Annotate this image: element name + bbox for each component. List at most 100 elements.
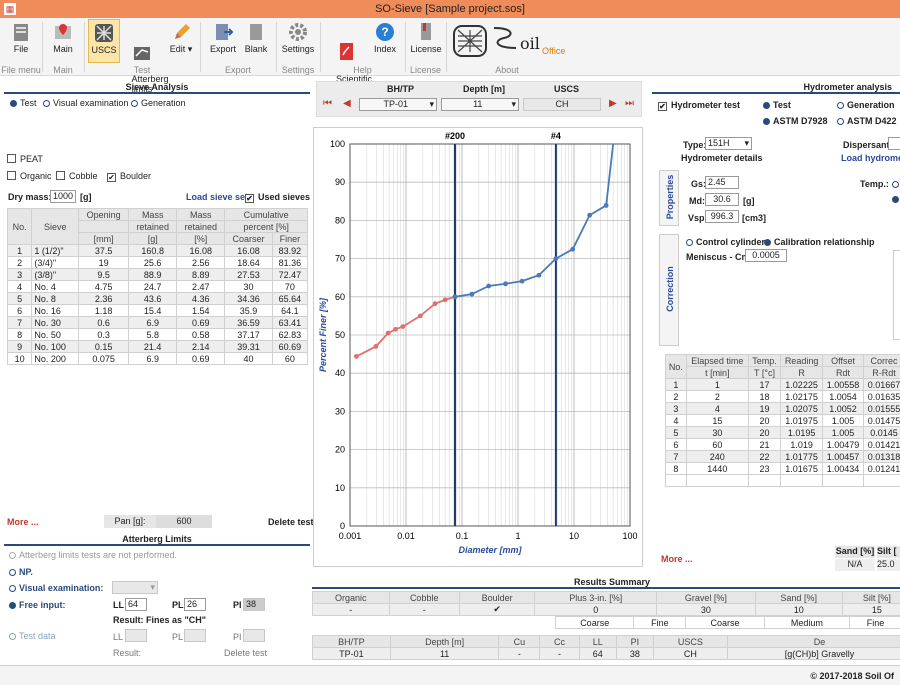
atterberg-radio-test-data[interactable]: Test data xyxy=(9,631,56,641)
res-sub-cell: Fine xyxy=(849,616,900,629)
app-icon[interactable]: ▦ xyxy=(4,3,16,15)
visual-exam-dropdown[interactable]: ▾ xyxy=(112,581,158,594)
next-record-icon[interactable]: ▶ xyxy=(609,98,617,109)
hydro-radio-generation[interactable]: Generation xyxy=(837,100,895,110)
peat-checkbox[interactable]: PEAT xyxy=(7,154,43,164)
table-cell[interactable]: 4.75 xyxy=(78,280,130,293)
temp-radio-2[interactable] xyxy=(892,194,900,204)
radio-on-icon xyxy=(9,602,16,609)
table-row[interactable]: 7 No. 30 0.6 6.9 0.69 36.59 63.41 xyxy=(6,316,309,329)
hydro-more-link[interactable]: More ... xyxy=(661,554,693,564)
table-cell[interactable]: 6.9 xyxy=(128,352,178,365)
atterberg-radio-visual[interactable]: Visual examination: xyxy=(9,583,103,593)
pl-input[interactable]: 26 xyxy=(184,598,206,611)
table-cell[interactable]: 0.6 xyxy=(78,316,130,329)
bh-select[interactable]: TP-01 ▾ xyxy=(359,98,437,111)
table-row[interactable]: 8 No. 50 0.3 5.8 0.58 37.17 62.83 xyxy=(6,328,309,341)
edit-button[interactable]: Edit ▾ xyxy=(166,19,196,63)
table-cell[interactable]: 0.3 xyxy=(78,328,130,341)
hydrometer-test-checkbox[interactable]: ✔ Hydrometer test xyxy=(658,100,740,111)
table-row[interactable]: 1 1 17 1.02225 1.00558 0.01667 xyxy=(665,378,900,391)
temp-radio-1[interactable] xyxy=(892,179,900,189)
atterberg-radio-free[interactable]: Free input: xyxy=(9,600,66,610)
table-cell[interactable]: 1.18 xyxy=(78,304,130,317)
table-cell[interactable]: 25.6 xyxy=(128,256,178,269)
table-row[interactable]: 2 2 18 1.02175 1.0054 0.01635 xyxy=(665,390,900,403)
depth-select[interactable]: 11 ▾ xyxy=(441,98,519,111)
table-row[interactable]: 10 No. 200 0.075 6.9 0.69 40 60 xyxy=(6,352,309,365)
table-row[interactable]: 11 (1/2)" 37.5 160.8 16.08 16.08 83.92 xyxy=(6,244,309,257)
first-record-icon[interactable]: ⏮ xyxy=(323,98,332,109)
sieve-delete-test-button[interactable]: Delete test xyxy=(268,517,314,527)
pan-value[interactable]: 600 xyxy=(156,515,212,528)
table-cell[interactable]: 2.36 xyxy=(78,292,130,305)
load-hydrometer-link[interactable]: Load hydrometer xyxy=(841,153,900,163)
cobble-checkbox[interactable]: Cobble xyxy=(56,171,98,181)
export-button[interactable]: Export xyxy=(207,19,239,63)
vsp-input[interactable]: 996.3 xyxy=(705,210,739,223)
type-select[interactable]: 151H ▾ xyxy=(705,137,752,150)
table-cell[interactable]: 37.5 xyxy=(78,244,130,257)
calibration-radio[interactable]: Calibration relationship xyxy=(764,237,875,247)
license-button[interactable]: License xyxy=(410,19,442,63)
table-cell[interactable]: 15.4 xyxy=(128,304,178,317)
boulder-checkbox[interactable]: ✔ Boulder xyxy=(107,171,151,182)
main-button[interactable]: Main xyxy=(46,19,80,63)
atterberg-delete-test-button[interactable]: Delete test xyxy=(224,648,267,658)
organic-checkbox[interactable]: Organic xyxy=(7,171,52,181)
table-cell[interactable]: 0.15 xyxy=(78,340,130,353)
ll-input[interactable]: 64 xyxy=(125,598,147,611)
table-cell[interactable]: 21.4 xyxy=(128,340,178,353)
table-row[interactable]: 7 240 22 1.01775 1.00457 0.01318 xyxy=(665,450,900,463)
prev-record-icon[interactable]: ◀ xyxy=(343,98,351,109)
table-cell[interactable]: 19 xyxy=(78,256,130,269)
gs-input[interactable]: 2.45 xyxy=(705,176,739,189)
table-cell[interactable]: 5.8 xyxy=(128,328,178,341)
table-row[interactable]: 2 (3/4)" 19 25.6 2.56 18.64 81.36 xyxy=(6,256,309,269)
control-cylinder-radio[interactable]: Control cylinder xyxy=(686,237,765,247)
data-point xyxy=(400,324,406,329)
atterberg-button[interactable]: Atterberg limits xyxy=(122,19,169,94)
atterberg-radio-np[interactable]: NP. xyxy=(9,567,33,577)
dispersant-input[interactable] xyxy=(888,137,900,150)
table-cell[interactable]: 0.075 xyxy=(78,352,130,365)
table-cell: 1 xyxy=(685,378,749,391)
sieve-more-link[interactable]: More ... xyxy=(7,517,39,527)
res-v2-cell: - xyxy=(498,647,541,660)
table-cell[interactable]: 6.9 xyxy=(128,316,178,329)
table-row[interactable]: 4 No. 4 4.75 24.7 2.47 30 70 xyxy=(6,280,309,293)
table-row[interactable]: 5 No. 8 2.36 43.6 4.36 34.36 65.64 xyxy=(6,292,309,305)
scientific-manual-button[interactable]: Scientific manual xyxy=(326,19,372,94)
md-input[interactable]: 30.6 xyxy=(705,193,739,206)
index-button[interactable]: ? Index xyxy=(371,19,399,63)
dry-mass-input[interactable]: 1000 xyxy=(50,190,76,203)
sieve-radio-visual[interactable]: Visual examination xyxy=(43,98,128,108)
hydro-radio-test[interactable]: Test xyxy=(763,100,791,110)
settings-button[interactable]: Settings xyxy=(281,19,315,63)
table-cell[interactable]: 88.9 xyxy=(128,268,178,281)
astm-d422-radio[interactable]: ASTM D422 xyxy=(837,116,897,126)
table-row[interactable]: 9 No. 100 0.15 21.4 2.14 39.31 60.69 xyxy=(6,340,309,353)
table-row[interactable]: 3 4 19 1.02075 1.0052 0.01555 xyxy=(665,402,900,415)
table-cell[interactable]: 9.5 xyxy=(78,268,130,281)
table-row[interactable]: 5 30 20 1.0195 1.005 0.0145 xyxy=(665,426,900,439)
table-cell[interactable]: 24.7 xyxy=(128,280,178,293)
sieve-radio-generation[interactable]: Generation xyxy=(131,98,186,108)
used-sieves-checkbox[interactable]: ✔ Used sieves xyxy=(245,192,310,203)
load-sieve-set-link[interactable]: Load sieve set xyxy=(186,192,248,202)
astm-d7928-radio[interactable]: ASTM D7928 xyxy=(763,116,828,126)
last-record-icon[interactable]: ⏭ xyxy=(625,98,634,109)
table-cell[interactable]: 43.6 xyxy=(128,292,178,305)
table-row[interactable]: 8 1440 23 1.01675 1.00434 0.01241 xyxy=(665,462,900,475)
file-button[interactable]: File xyxy=(2,19,40,63)
depth-label: Depth [m] xyxy=(463,84,505,94)
meniscus-input[interactable]: 0.0005 xyxy=(745,249,787,262)
table-row[interactable]: 6 60 21 1.019 1.00479 0.01421 xyxy=(665,438,900,451)
table-cell[interactable]: 160.8 xyxy=(128,244,178,257)
sieve-radio-test[interactable]: Test xyxy=(10,98,37,108)
table-row[interactable]: 6 No. 16 1.18 15.4 1.54 35.9 64.1 xyxy=(6,304,309,317)
table-row[interactable]: 4 15 20 1.01975 1.005 0.01475 xyxy=(665,414,900,427)
blank-button[interactable]: Blank xyxy=(242,19,270,63)
uscs-button[interactable]: USCS xyxy=(88,19,120,63)
table-row[interactable]: 3 (3/8)" 9.5 88.9 8.89 27.53 72.47 xyxy=(6,268,309,281)
